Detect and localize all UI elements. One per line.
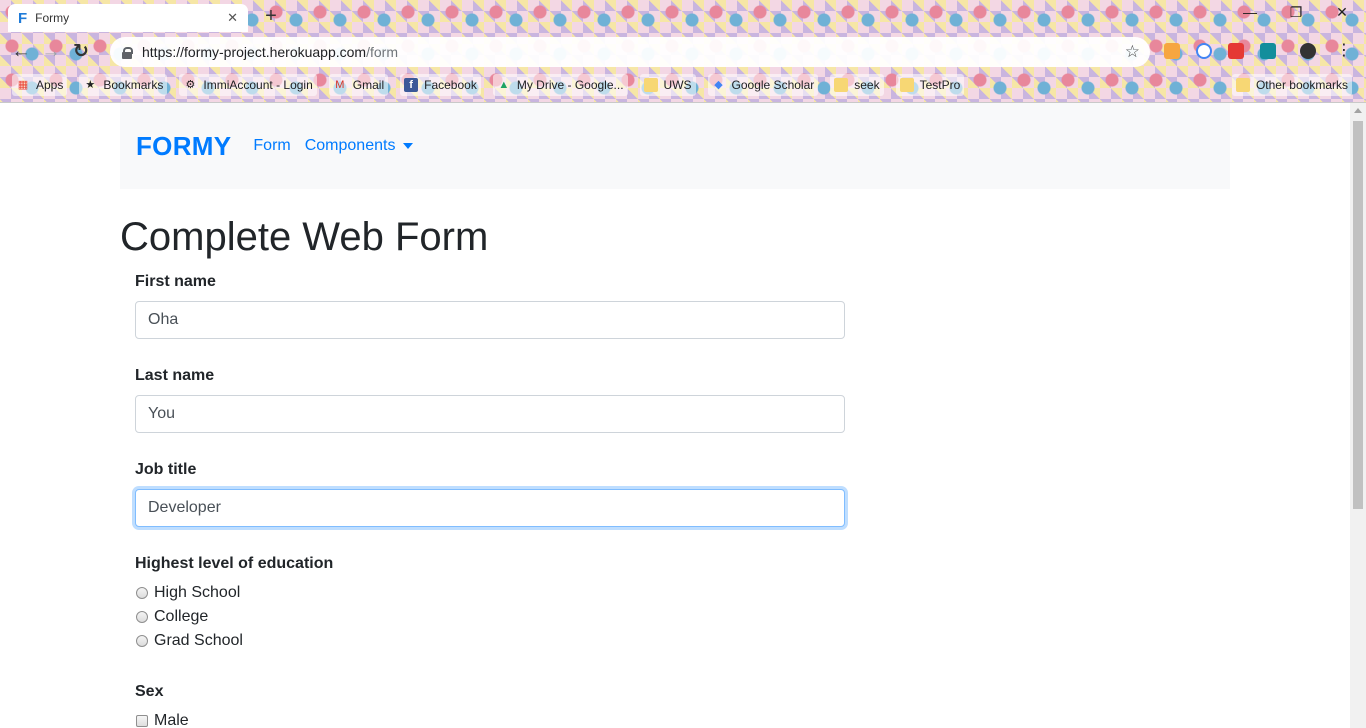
other-bookmarks-label: Other bookmarks	[1255, 78, 1348, 92]
bookmark-label: Bookmarks	[103, 78, 164, 92]
bookmark-label: Google Scholar	[731, 78, 815, 92]
nav-dropdown-components[interactable]: Components	[305, 137, 414, 155]
restore-window-icon[interactable]: ❐	[1276, 4, 1316, 26]
nav-link-label: Form	[253, 137, 291, 154]
extension-icon[interactable]	[1196, 43, 1212, 59]
radio-college[interactable]: College	[135, 605, 845, 629]
bookmark-item[interactable]: seek	[830, 74, 884, 96]
lock-icon	[122, 46, 133, 59]
bookmarks-bar: ▦ Apps ★ Bookmarks ⚙ ImmiAccount - Login M Gmai…	[0, 72, 1366, 98]
brand-logo[interactable]: FORMY	[136, 131, 231, 162]
navbar: FORMY Form Components	[120, 103, 1230, 189]
radio-high-school[interactable]: High School	[135, 581, 845, 605]
last-name-group: Last name	[135, 367, 845, 433]
bookmark-star-icon[interactable]: ☆	[1125, 42, 1140, 62]
close-tab-icon[interactable]: ✕	[227, 10, 238, 26]
page-title: Complete Web Form	[120, 215, 489, 259]
url-path: /form	[366, 44, 398, 60]
first-name-input[interactable]	[135, 301, 845, 339]
drive-icon: ▲	[498, 79, 510, 91]
bookmark-item[interactable]: ⚙ ImmiAccount - Login	[179, 74, 317, 96]
job-title-label: Job title	[135, 461, 197, 478]
radio-grad-school[interactable]: Grad School	[135, 629, 845, 653]
bookmark-label: My Drive - Google...	[516, 78, 624, 92]
bookmark-item[interactable]: UWS	[639, 74, 696, 96]
checkbox-male[interactable]: Male	[135, 709, 845, 728]
radio-label: Grad School	[154, 632, 243, 649]
checkbox[interactable]	[136, 715, 148, 727]
star-icon: ★	[85, 79, 96, 91]
bookmark-item[interactable]: TestPro	[895, 74, 965, 96]
facebook-icon: f	[404, 78, 419, 92]
extension-icon[interactable]	[1260, 43, 1276, 59]
folder-icon	[1235, 78, 1250, 92]
tab-title: Formy	[35, 11, 70, 25]
folder-icon	[643, 78, 658, 92]
web-page: FORMY Form Components Complete Web Form …	[0, 103, 1350, 728]
caret-down-icon	[403, 143, 414, 149]
minimize-window-icon[interactable]: —	[1230, 4, 1270, 26]
profile-avatar-icon[interactable]	[1300, 43, 1316, 59]
page-scrollbar[interactable]	[1350, 103, 1366, 728]
sex-label: Sex	[135, 683, 164, 700]
radio-button[interactable]	[136, 587, 148, 599]
bookmark-item[interactable]: ◆ Google Scholar	[707, 74, 819, 96]
bookmark-item[interactable]: ▲ My Drive - Google...	[492, 74, 628, 96]
job-title-input[interactable]	[135, 489, 845, 527]
new-tab-button[interactable]: +	[260, 6, 282, 28]
last-name-input[interactable]	[135, 395, 845, 433]
folder-icon	[834, 78, 849, 92]
bookmark-label: seek	[854, 78, 880, 92]
sex-group: Sex Male	[135, 683, 845, 728]
last-name-label: Last name	[135, 367, 215, 384]
nav-link-label: Components	[304, 137, 396, 154]
bookmark-label: TestPro	[919, 78, 961, 92]
other-bookmarks[interactable]: Other bookmarks	[1231, 74, 1352, 96]
forward-arrow-icon[interactable]: →	[36, 37, 66, 67]
bookmark-label: UWS	[663, 78, 692, 92]
gmail-icon: M	[335, 79, 345, 91]
first-name-label: First name	[135, 273, 216, 290]
education-group: Highest level of education High School C…	[135, 555, 845, 653]
menu-kebab-icon[interactable]: ⋮	[1336, 43, 1352, 59]
scroll-up-icon[interactable]	[1354, 108, 1362, 113]
browser-tab[interactable]: F Formy ✕	[8, 4, 248, 32]
bookmark-item[interactable]: ▦ Apps	[12, 74, 68, 96]
bookmark-label: Apps	[36, 78, 64, 92]
bookmark-item[interactable]: ★ Bookmarks	[79, 74, 168, 96]
gear-icon: ⚙	[185, 79, 196, 91]
extension-icon[interactable]	[1164, 43, 1180, 59]
scrollbar-thumb[interactable]	[1353, 121, 1363, 509]
bookmark-item[interactable]: f Facebook	[400, 74, 481, 96]
first-name-group: First name	[135, 273, 845, 339]
browser-chrome: F Formy ✕ + — ❐ ✕ ← → ↻ https://formy-pr…	[0, 0, 1366, 103]
bookmark-label: Facebook	[424, 78, 477, 92]
radio-button[interactable]	[136, 611, 148, 623]
education-label: Highest level of education	[135, 555, 334, 572]
radio-label: High School	[154, 584, 241, 601]
apps-grid-icon: ▦	[17, 79, 29, 91]
scholar-icon: ◆	[714, 79, 723, 91]
browser-toolbar: ← → ↻ https://formy-project.herokuapp.co…	[0, 34, 1366, 70]
url-host: https://formy-project.herokuapp.com	[142, 44, 367, 60]
bookmark-label: ImmiAccount - Login	[203, 78, 313, 92]
bookmark-item[interactable]: M Gmail	[328, 74, 389, 96]
folder-icon	[899, 78, 914, 92]
address-bar[interactable]: https://formy-project.herokuapp.com/form…	[110, 37, 1150, 67]
checkbox-label: Male	[154, 712, 189, 728]
radio-button[interactable]	[136, 635, 148, 647]
back-arrow-icon[interactable]: ←	[6, 37, 36, 67]
nav-link-form[interactable]: Form	[253, 137, 290, 155]
extension-icon[interactable]	[1228, 43, 1244, 59]
close-window-icon[interactable]: ✕	[1322, 4, 1362, 26]
job-title-group: Job title	[135, 461, 845, 527]
bookmark-label: Gmail	[352, 78, 385, 92]
formy-favicon-icon: F	[18, 9, 28, 27]
radio-label: College	[154, 608, 209, 625]
reload-icon[interactable]: ↻	[66, 37, 96, 67]
